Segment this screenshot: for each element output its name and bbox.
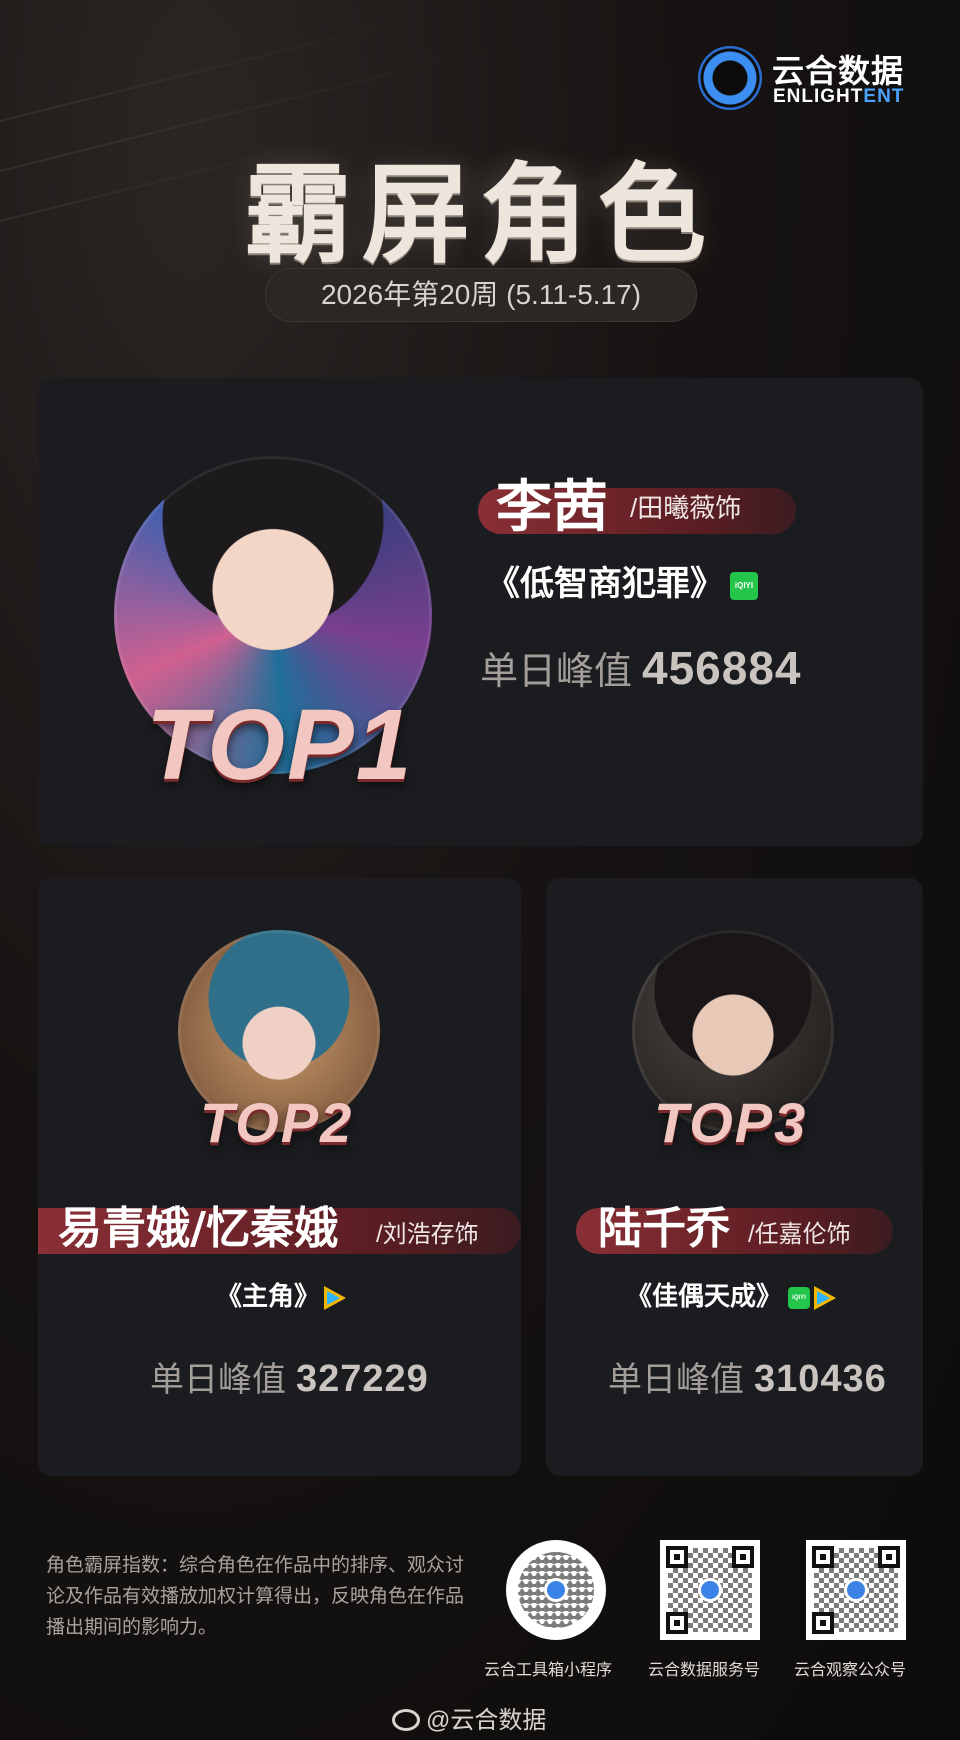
actor-credit: /任嘉伦饰	[748, 1221, 851, 1248]
brand-name-en: ENLIGHTENT	[773, 86, 905, 107]
brand-logo-icon	[844, 1578, 868, 1602]
tencent-video-icon	[814, 1286, 837, 1311]
brand-logo: 云合数据 ENLIGHTENT	[698, 44, 918, 116]
brand-logo-icon	[544, 1578, 568, 1602]
period-badge: 2026年第20周 (5.11-5.17)	[265, 268, 697, 322]
index-description: 角色霸屏指数：综合角色在作品中的排序、观众讨论及作品有效播放加权计算得出，反映角…	[46, 1555, 465, 1638]
work-title: 《低智商犯罪》 iQIYI	[486, 556, 758, 605]
service-account-qr-code[interactable]	[660, 1540, 760, 1640]
qr-label: 云合工具箱小程序	[484, 1662, 613, 1679]
tencent-video-icon	[324, 1286, 347, 1311]
work-title: 《佳偶天成》 iQIYI	[626, 1276, 837, 1313]
iqiyi-icon: iQIYI	[788, 1287, 811, 1310]
actor-credit: /田曦薇饰	[630, 493, 742, 523]
peak-value: 327229	[296, 1358, 429, 1400]
official-account-qr-code[interactable]	[806, 1540, 906, 1640]
work-title: 《主角》	[216, 1276, 347, 1313]
peak-value: 456884	[642, 642, 802, 694]
weibo-watermark: @云合数据	[392, 1700, 546, 1735]
rank-card-top2: TOP2 易青娥/忆秦娥 /刘浩存饰 《主角》 单日峰值 327229	[38, 878, 521, 1476]
background-streak	[0, 14, 425, 142]
page-title: 霸屏角色	[243, 153, 716, 278]
rank-label-top1: TOP1	[146, 689, 414, 801]
peak-stat: 单日峰值 310436	[608, 1358, 887, 1400]
rank-card-top1: TOP1 李茜 /田曦薇饰 《低智商犯罪》 iQIYI 单日峰值 456884	[38, 378, 923, 846]
qr-label: 云合观察公众号	[794, 1662, 907, 1679]
rank-card-top3: TOP3 陆千乔 /任嘉伦饰 《佳偶天成》 iQIYI 单日峰值 310436	[546, 878, 923, 1476]
qr-label: 云合数据服务号	[648, 1662, 761, 1679]
weibo-icon	[392, 1709, 420, 1731]
rank-label-top3: TOP3	[654, 1091, 808, 1154]
iqiyi-icon: iQIYI	[730, 572, 758, 601]
brand-logo-icon	[698, 1578, 722, 1602]
character-name: 李茜	[496, 475, 608, 540]
brand-logo-icon	[698, 46, 762, 110]
character-name: 易青娥/忆秦娥	[58, 1203, 339, 1254]
actor-credit: /刘浩存饰	[376, 1221, 479, 1248]
rank-label-top2: TOP2	[200, 1091, 354, 1154]
mini-program-qr-code[interactable]	[506, 1540, 606, 1640]
peak-stat: 单日峰值 456884	[480, 642, 802, 694]
character-name: 陆千乔	[598, 1203, 730, 1254]
peak-value: 310436	[754, 1358, 887, 1400]
peak-stat: 单日峰值 327229	[150, 1358, 429, 1400]
